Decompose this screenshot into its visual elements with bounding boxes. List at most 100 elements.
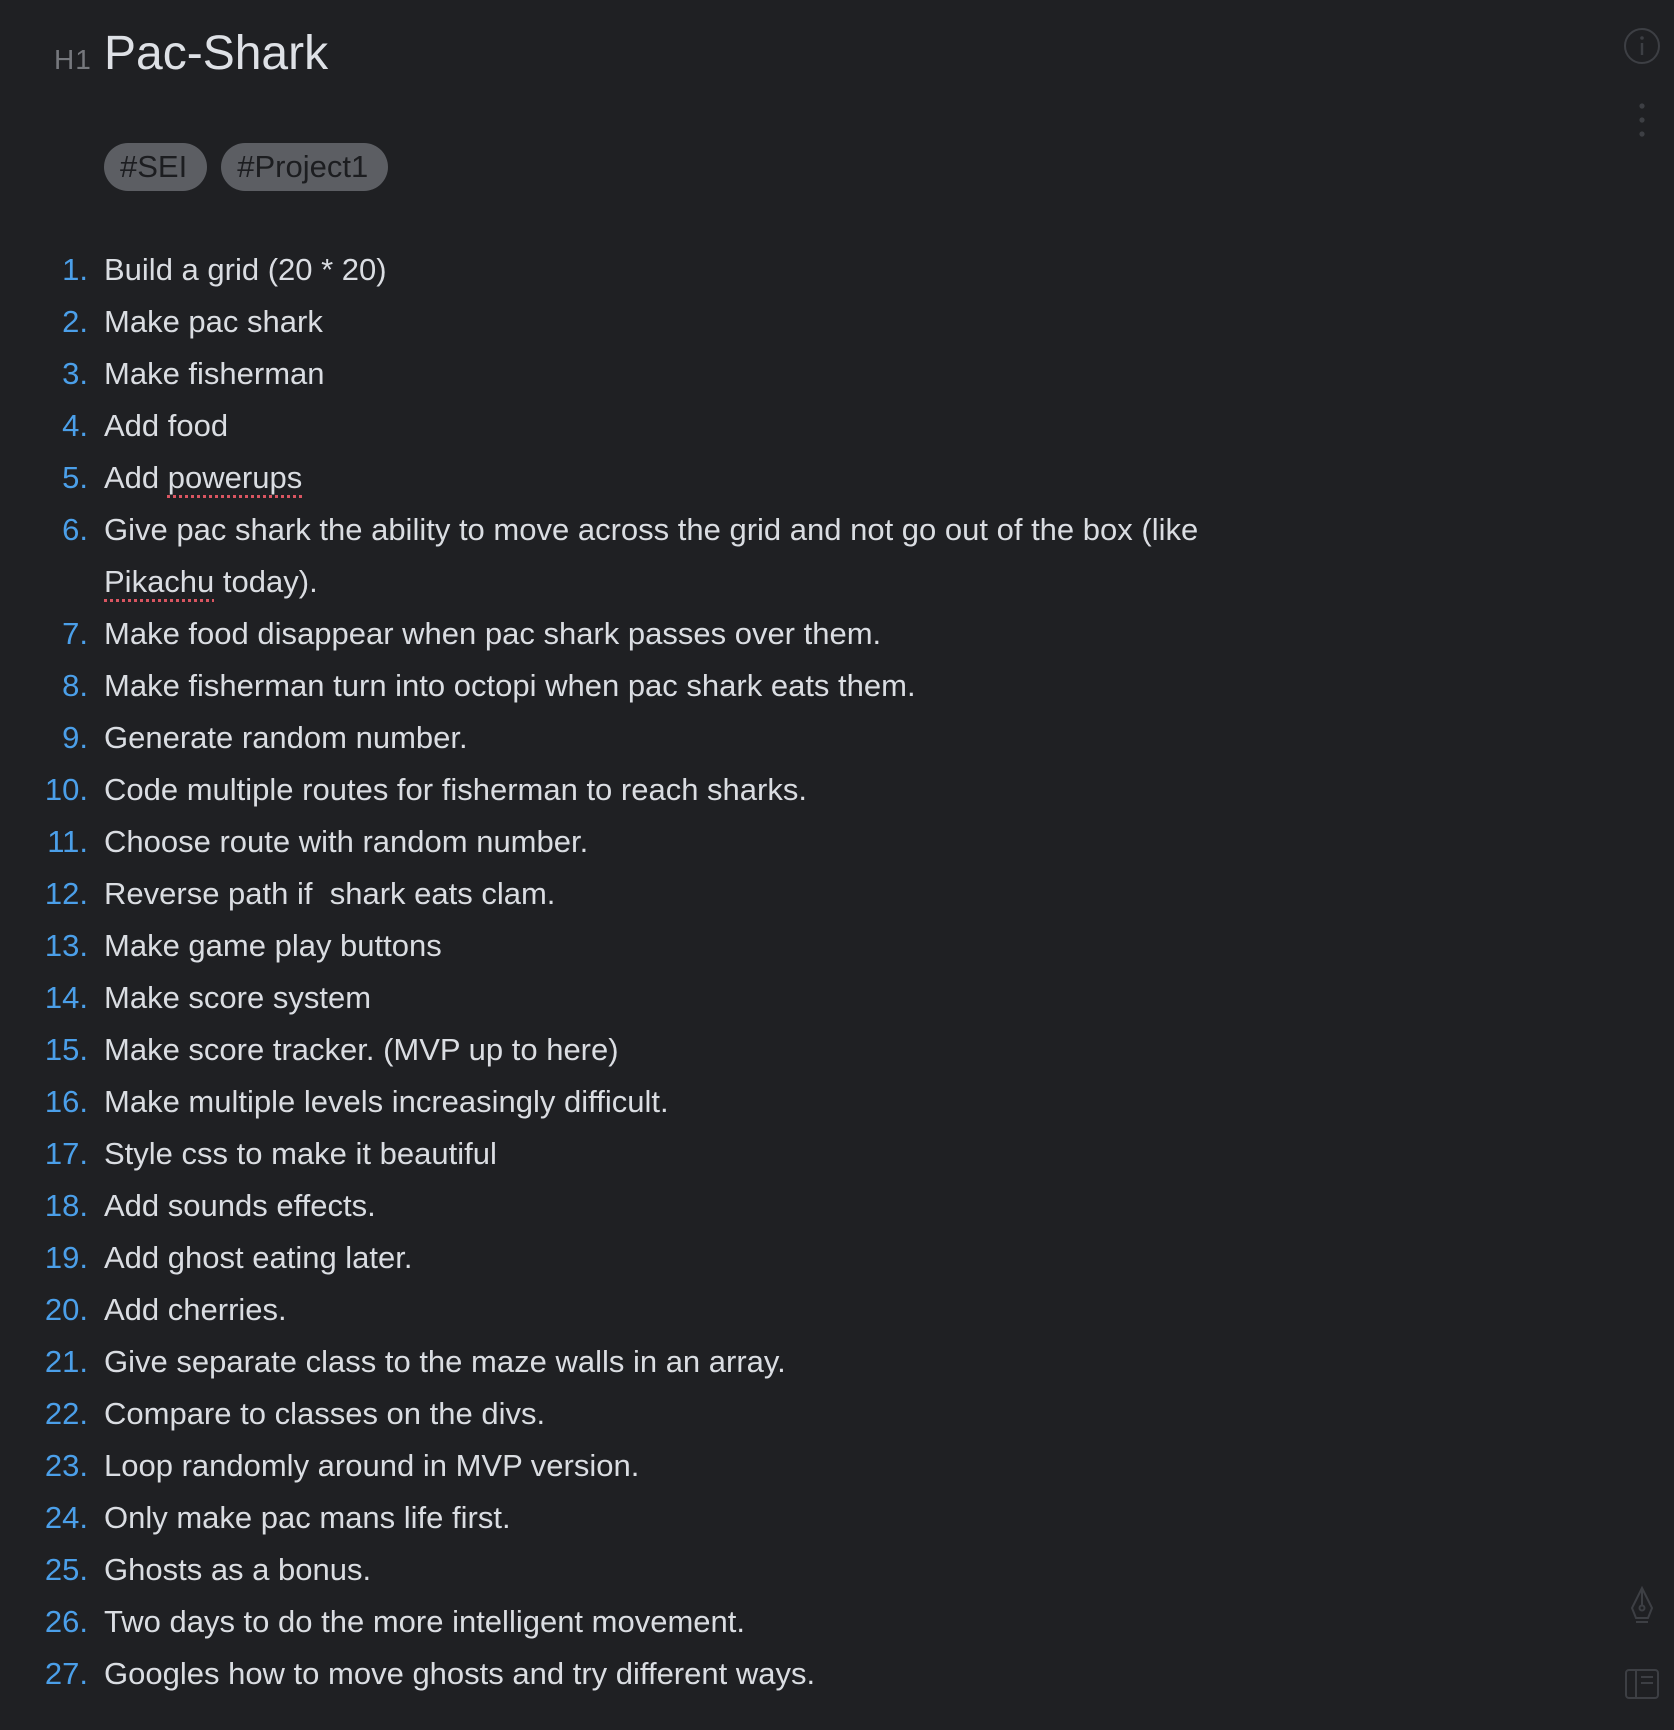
list-item-text[interactable]: Loop randomly around in MVP version. <box>96 1440 1224 1492</box>
text-run: Loop randomly around in MVP version. <box>104 1448 640 1483</box>
list-item[interactable]: 16. Make multiple levels increasingly dif… <box>0 1076 1230 1128</box>
list-item[interactable]: 12. Reverse path if shark eats clam. <box>0 868 1230 920</box>
list-item-number: 22. <box>44 1396 88 1431</box>
list-item-text[interactable]: Give pac shark the ability to move acros… <box>96 504 1224 608</box>
list-item[interactable]: 22. Compare to classes on the divs. <box>0 1388 1230 1440</box>
list-item[interactable]: 2. Make pac shark <box>0 296 1230 348</box>
list-item-number: 19. <box>44 1240 88 1275</box>
list-item-number: 18. <box>44 1188 88 1223</box>
list-item[interactable]: 9. Generate random number. <box>0 712 1230 764</box>
list-item-text[interactable]: Make multiple levels increasingly diffic… <box>96 1076 1224 1128</box>
text-run: Choose route with random number. <box>104 824 589 859</box>
list-item-text[interactable]: Add food <box>96 400 1224 452</box>
list-item[interactable]: 20. Add cherries. <box>0 1284 1230 1336</box>
list-item-text[interactable]: Add sounds effects. <box>96 1180 1224 1232</box>
tag-list: #SEI #Project1 <box>104 143 389 191</box>
list-item[interactable]: 24. Only make pac mans life first. <box>0 1492 1230 1544</box>
list-item-number: 8. <box>62 668 88 703</box>
list-item-text[interactable]: Make score system <box>96 972 1224 1024</box>
list-item-number: 7. <box>62 616 88 651</box>
list-item-text[interactable]: Choose route with random number. <box>96 816 1224 868</box>
list-item[interactable]: 25. Ghosts as a bonus. <box>0 1544 1230 1596</box>
list-item-text[interactable]: Add cherries. <box>96 1284 1224 1336</box>
text-run: Add ghost eating later. <box>104 1240 413 1275</box>
list-item[interactable]: 23. Loop randomly around in MVP version. <box>0 1440 1230 1492</box>
text-run: Two days to do the more intelligent move… <box>104 1604 745 1639</box>
text-run: Add <box>104 460 168 495</box>
list-item[interactable]: 19. Add ghost eating later. <box>0 1232 1230 1284</box>
list-item-text[interactable]: Make score tracker. (MVP up to here) <box>96 1024 1224 1076</box>
list-item[interactable]: 10. Code multiple routes for fisherman to… <box>0 764 1230 816</box>
list-item-number: 17. <box>44 1136 88 1171</box>
list-item-number: 16. <box>44 1084 88 1119</box>
text-run: Make pac shark <box>104 304 323 339</box>
text-run: Add cherries. <box>104 1292 287 1327</box>
pen-nib-icon[interactable] <box>1622 1586 1662 1626</box>
list-item-text[interactable]: Ghosts as a bonus. <box>96 1544 1224 1596</box>
text-run: Make game play buttons <box>104 928 442 963</box>
list-item-text[interactable]: Make fisherman turn into octopi when pac… <box>96 660 1224 712</box>
list-item-text[interactable]: Add powerups <box>96 452 1224 504</box>
text-run: Make score tracker. (MVP up to here) <box>104 1032 619 1067</box>
list-item-text[interactable]: Code multiple routes for fisherman to re… <box>96 764 1224 816</box>
list-item[interactable]: 13. Make game play buttons <box>0 920 1230 972</box>
list-item-number: 20. <box>44 1292 88 1327</box>
list-item-text[interactable]: Compare to classes on the divs. <box>96 1388 1224 1440</box>
list-item-text[interactable]: Build a grid (20 * 20) <box>96 244 1224 296</box>
list-item-number: 2. <box>62 304 88 339</box>
list-item[interactable]: 11. Choose route with random number. <box>0 816 1230 868</box>
list-item-text[interactable]: Reverse path if shark eats clam. <box>96 868 1224 920</box>
list-item[interactable]: 3. Make fisherman <box>0 348 1230 400</box>
tag-project1[interactable]: #Project1 <box>221 143 389 191</box>
text-run: Ghosts as a bonus. <box>104 1552 372 1587</box>
info-icon[interactable] <box>1622 26 1662 66</box>
list-item-number: 10. <box>44 772 88 807</box>
list-item[interactable]: 7. Make food disappear when pac shark pas… <box>0 608 1230 660</box>
list-item-text[interactable]: Only make pac mans life first. <box>96 1492 1224 1544</box>
list-item-text[interactable]: Give separate class to the maze walls in… <box>96 1336 1224 1388</box>
list-item[interactable]: 5. Add powerups <box>0 452 1230 504</box>
misspelled-word: Pikachu <box>104 564 215 599</box>
text-run: Build a grid (20 * 20) <box>104 252 387 287</box>
list-item-number: 23. <box>44 1448 88 1483</box>
list-item-text[interactable]: Generate random number. <box>96 712 1224 764</box>
sidebar-toggle-icon[interactable] <box>1622 1664 1662 1704</box>
numbered-list: 1. Build a grid (20 * 20) 2. Make pac shark… <box>0 244 1230 1700</box>
list-item[interactable]: 18. Add sounds effects. <box>0 1180 1230 1232</box>
list-item[interactable]: 17. Style css to make it beautiful <box>0 1128 1230 1180</box>
list-item[interactable]: 4. Add food <box>0 400 1230 452</box>
note-title[interactable]: Pac-Shark <box>104 22 328 86</box>
heading-level-marker: H1 <box>54 44 92 75</box>
list-item[interactable]: 27. Googles how to move ghosts and try di… <box>0 1648 1230 1700</box>
text-run: Generate random number. <box>104 720 468 755</box>
list-item[interactable]: 21. Give separate class to the maze walls… <box>0 1336 1230 1388</box>
list-item[interactable]: 14. Make score system <box>0 972 1230 1024</box>
list-item-number: 6. <box>62 512 88 547</box>
list-item-text[interactable]: Make game play buttons <box>96 920 1224 972</box>
note-editor: H1 Pac-Shark #SEI #Project1 1. Build a gr… <box>0 0 1674 1730</box>
list-item-text[interactable]: Two days to do the more intelligent move… <box>96 1596 1224 1648</box>
list-item-text[interactable]: Make pac shark <box>96 296 1224 348</box>
text-run: Give pac shark the ability to move acros… <box>104 512 1207 547</box>
list-item-text[interactable]: Style css to make it beautiful <box>96 1128 1224 1180</box>
list-item-number: 21. <box>44 1344 88 1379</box>
title-row: H1 Pac-Shark <box>54 22 328 86</box>
list-item-text[interactable]: Make food disappear when pac shark passe… <box>96 608 1224 660</box>
list-item[interactable]: 15. Make score tracker. (MVP up to here) <box>0 1024 1230 1076</box>
list-item-text[interactable]: Googles how to move ghosts and try diffe… <box>96 1648 1224 1700</box>
list-item[interactable]: 6. Give pac shark the ability to move acr… <box>0 504 1230 608</box>
more-vertical-icon[interactable] <box>1622 100 1662 140</box>
list-item-text[interactable]: Make fisherman <box>96 348 1224 400</box>
list-item[interactable]: 8. Make fisherman turn into octopi when p… <box>0 660 1230 712</box>
list-item[interactable]: 1. Build a grid (20 * 20) <box>0 244 1230 296</box>
list-item[interactable]: 26. Two days to do the more intelligent m… <box>0 1596 1230 1648</box>
list-item-number: 15. <box>44 1032 88 1067</box>
list-item-number: 13. <box>44 928 88 963</box>
text-run: Googles how to move ghosts and try diffe… <box>104 1656 816 1691</box>
list-item-number: 9. <box>62 720 88 755</box>
list-item-text[interactable]: Add ghost eating later. <box>96 1232 1224 1284</box>
text-run: today). <box>214 564 318 599</box>
tag-sei[interactable]: #SEI <box>104 143 208 191</box>
list-item-number: 12. <box>44 876 88 911</box>
text-run: Make fisherman turn into octopi when pac… <box>104 668 916 703</box>
